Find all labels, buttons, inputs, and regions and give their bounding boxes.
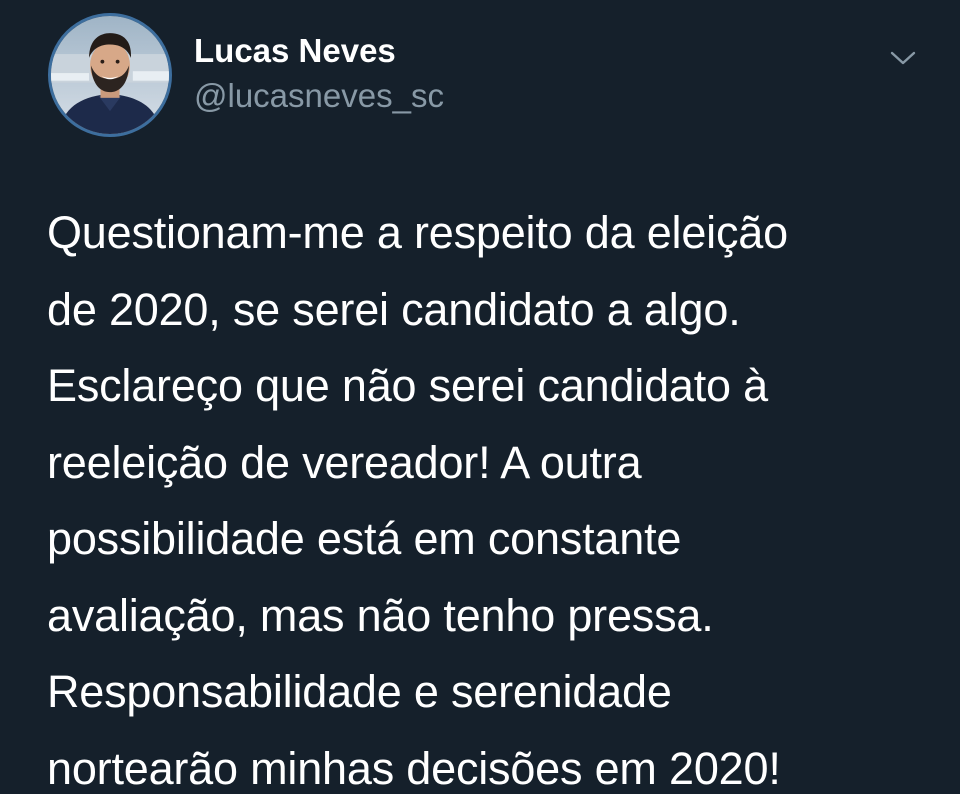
tweet-text-line: Questionam-me a respeito da eleição bbox=[47, 207, 788, 258]
user-handle[interactable]: @lucasneves_sc bbox=[194, 76, 444, 116]
chevron-down-icon bbox=[890, 51, 916, 65]
avatar[interactable] bbox=[48, 13, 172, 137]
tweet-text-line: de 2020, se serei candidato a algo. bbox=[47, 283, 741, 335]
tweet-text-line: Esclareço que não serei candidato à bbox=[47, 360, 768, 411]
tweet-text-line: Responsabilidade e serenidade bbox=[47, 666, 672, 717]
display-name[interactable]: Lucas Neves bbox=[194, 31, 396, 71]
tweet-text-line: nortearão minhas decisões em 2020! bbox=[47, 742, 781, 794]
more-options-button[interactable] bbox=[882, 40, 924, 76]
tweet-text: Questionam-me a respeito da eleição de 2… bbox=[47, 195, 947, 794]
profile-photo-icon bbox=[51, 16, 169, 134]
tweet-text-line: possibilidade está em constante bbox=[47, 513, 682, 564]
tweet-text-line: reeleição de vereador! A outra bbox=[47, 436, 642, 488]
tweet-card: Lucas Neves @lucasneves_sc Questionam-me… bbox=[0, 0, 960, 794]
tweet-text-line: avaliação, mas não tenho pressa. bbox=[47, 589, 714, 641]
